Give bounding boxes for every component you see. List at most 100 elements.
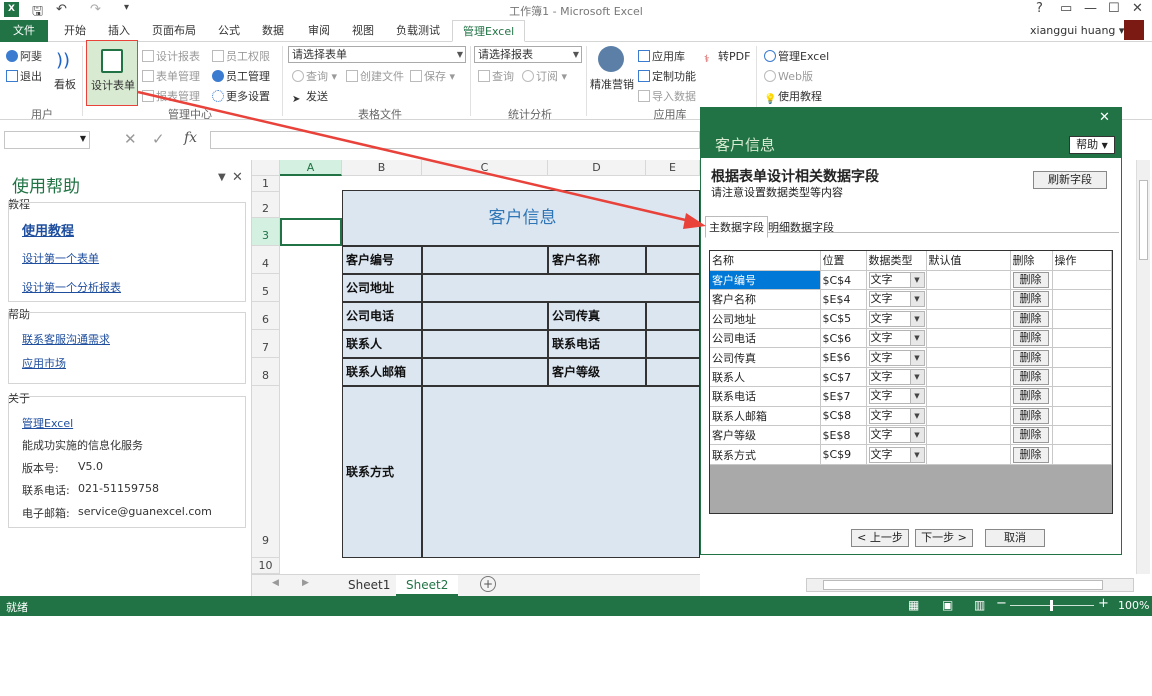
row-header[interactable]: 7: [252, 330, 280, 358]
undo-icon[interactable]: ↶: [56, 2, 67, 17]
app-market-link[interactable]: 应用市场: [22, 355, 66, 371]
user-name[interactable]: xianggui huang ▾: [1030, 24, 1124, 37]
field-default[interactable]: [926, 406, 1011, 427]
customize-qat-icon[interactable]: ▾: [124, 2, 129, 13]
manage-excel-button[interactable]: 管理Excel: [764, 48, 829, 64]
form-manage-button[interactable]: 表单管理: [142, 68, 200, 84]
row-header[interactable]: 4: [252, 246, 280, 274]
zoom-slider-thumb[interactable]: [1050, 600, 1053, 611]
field-type[interactable]: 文字 ▼: [866, 309, 927, 330]
tab-main-fields[interactable]: 主数据字段: [705, 216, 768, 238]
field-name[interactable]: 联系方式: [710, 444, 821, 465]
help-dropdown[interactable]: 帮助 ▼: [1069, 136, 1115, 154]
form-title[interactable]: 客户信息: [342, 190, 700, 246]
next-step-button[interactable]: 下一步 >: [915, 529, 973, 547]
prev-step-button[interactable]: < 上一步: [851, 529, 909, 547]
precision-marketing-button[interactable]: 精准营销: [590, 76, 634, 92]
confirm-icon[interactable]: ✓: [152, 130, 165, 148]
delete-button[interactable]: 删除: [1012, 427, 1049, 444]
field-default[interactable]: [926, 347, 1011, 368]
tab-file[interactable]: 文件: [0, 20, 48, 42]
worksheet-grid[interactable]: A B C D E 1 2 3 4 5 6 7 8 9 10 客户信息 客户编号…: [252, 160, 700, 574]
field-type[interactable]: 文字 ▼: [866, 386, 927, 407]
save-button[interactable]: 保存 ▾: [410, 68, 455, 84]
field-name[interactable]: 客户名称: [710, 289, 821, 310]
sheet-tab-sheet1[interactable]: Sheet1: [338, 575, 400, 596]
field-position[interactable]: $E$4: [820, 289, 867, 310]
tab-page-layout[interactable]: 页面布局: [142, 20, 206, 42]
minimize-icon[interactable]: —: [1084, 1, 1097, 16]
field-position[interactable]: $C$9: [820, 444, 867, 465]
table-row[interactable]: 客户编号 $C$4 文字 ▼ 删除: [710, 270, 1112, 291]
page-layout-icon[interactable]: ▣: [942, 598, 953, 612]
type-select[interactable]: 文字 ▼: [868, 349, 925, 366]
query-button[interactable]: 查询 ▾: [292, 68, 337, 84]
type-select[interactable]: 文字 ▼: [868, 272, 925, 289]
input-fax[interactable]: [646, 302, 700, 330]
row-header[interactable]: 6: [252, 302, 280, 330]
column-header[interactable]: B: [342, 160, 422, 176]
delete-button[interactable]: 删除: [1012, 369, 1049, 386]
input-contact[interactable]: [422, 330, 548, 358]
create-file-button[interactable]: 创建文件: [346, 68, 404, 84]
input-level[interactable]: [646, 358, 700, 386]
contact-service-link[interactable]: 联系客服沟通需求: [22, 331, 110, 347]
first-report-link[interactable]: 设计第一个分析报表: [22, 279, 121, 295]
input-contact-method[interactable]: [422, 386, 700, 558]
field-position[interactable]: $C$5: [820, 309, 867, 330]
table-row[interactable]: 联系电话 $E$7 文字 ▼ 删除: [710, 386, 1112, 407]
input-contact-email[interactable]: [422, 358, 548, 386]
table-row[interactable]: 客户等级 $E$8 文字 ▼ 删除: [710, 425, 1112, 446]
cancel-button[interactable]: 取消: [985, 529, 1045, 547]
column-header[interactable]: A: [280, 160, 342, 176]
input-address[interactable]: [422, 274, 700, 302]
tab-review[interactable]: 审阅: [298, 20, 340, 42]
maximize-icon[interactable]: ☐: [1108, 1, 1120, 16]
field-default[interactable]: [926, 270, 1011, 291]
label-contact-phone[interactable]: 联系电话: [548, 330, 646, 358]
type-select[interactable]: 文字 ▼: [868, 427, 925, 444]
delete-button[interactable]: 删除: [1012, 349, 1049, 366]
zoom-out-icon[interactable]: −: [996, 596, 1007, 611]
table-row[interactable]: 公司传真 $E$6 文字 ▼ 删除: [710, 347, 1112, 368]
field-default[interactable]: [926, 386, 1011, 407]
table-row[interactable]: 联系人邮箱 $C$8 文字 ▼ 删除: [710, 406, 1112, 427]
add-sheet-icon[interactable]: +: [480, 576, 496, 592]
field-position[interactable]: $C$7: [820, 367, 867, 388]
field-action[interactable]: [1052, 367, 1112, 388]
input-phone[interactable]: [422, 302, 548, 330]
delete-button[interactable]: 删除: [1012, 272, 1049, 289]
tab-data[interactable]: 数据: [252, 20, 294, 42]
input-customer-no[interactable]: [422, 246, 548, 274]
field-default[interactable]: [926, 444, 1011, 465]
cancel-icon[interactable]: ✕: [124, 130, 137, 148]
tutorial-button[interactable]: 💡 使用教程: [764, 88, 822, 106]
close-icon[interactable]: ✕: [1132, 1, 1143, 16]
web-version-button[interactable]: Web版: [764, 68, 813, 84]
design-report-button[interactable]: 设计报表: [142, 48, 200, 64]
formula-input[interactable]: [210, 131, 700, 149]
field-position[interactable]: $E$6: [820, 347, 867, 368]
refresh-fields-button[interactable]: 刷新字段: [1033, 171, 1107, 189]
board-button[interactable]: 看板: [54, 76, 76, 92]
field-position[interactable]: $C$4: [820, 270, 867, 291]
type-select[interactable]: 文字 ▼: [868, 369, 925, 386]
field-type[interactable]: 文字 ▼: [866, 444, 927, 465]
type-select[interactable]: 文字 ▼: [868, 407, 925, 424]
field-name[interactable]: 联系电话: [710, 386, 821, 407]
report-manage-button[interactable]: 报表管理: [142, 88, 200, 104]
manage-excel-link[interactable]: 管理Excel: [22, 415, 73, 431]
field-position[interactable]: $C$8: [820, 406, 867, 427]
field-default[interactable]: [926, 367, 1011, 388]
field-default[interactable]: [926, 425, 1011, 446]
send-button[interactable]: ➤ 发送: [292, 88, 328, 106]
subscribe-button[interactable]: 订阅 ▾: [522, 68, 567, 84]
column-header[interactable]: D: [548, 160, 646, 176]
field-type[interactable]: 文字 ▼: [866, 406, 927, 427]
table-row[interactable]: 联系方式 $C$9 文字 ▼ 删除: [710, 444, 1112, 465]
function-icon[interactable]: fx: [184, 130, 197, 146]
row-header[interactable]: 1: [252, 176, 280, 192]
field-position[interactable]: $E$7: [820, 386, 867, 407]
row-header[interactable]: 3: [252, 218, 280, 246]
first-form-link[interactable]: 设计第一个表单: [22, 250, 99, 266]
